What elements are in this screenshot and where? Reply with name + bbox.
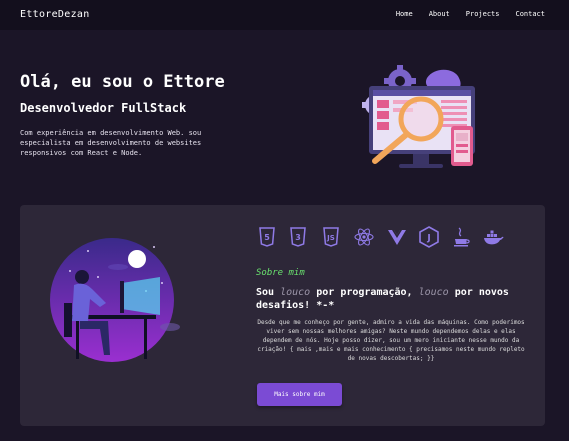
java-icon xyxy=(454,227,470,247)
svg-text:JS: JS xyxy=(326,234,335,242)
about-section-label: Sobre mim xyxy=(256,268,305,278)
hero-description: Com experiência em desenvolvimento Web. … xyxy=(20,129,202,157)
headline-part: por programação, xyxy=(316,287,413,298)
headline-emphasis: louco xyxy=(418,287,449,298)
brand-logo-text[interactable]: EttoreDezan xyxy=(20,9,90,20)
moon-icon xyxy=(128,250,146,268)
docker-icon xyxy=(484,230,504,245)
javascript-icon: JS xyxy=(323,227,339,247)
css3-icon: 3 xyxy=(290,227,306,247)
hero-illustration xyxy=(362,65,475,168)
phone-icon xyxy=(451,126,473,166)
nav-link-about[interactable]: About xyxy=(429,10,450,18)
more-about-button[interactable]: Mais sobre mim xyxy=(257,383,342,406)
nodejs-icon: J xyxy=(419,226,439,248)
html5-icon: 5 xyxy=(259,227,275,247)
headline-part: Sou xyxy=(256,287,275,298)
nav-link-projects[interactable]: Projects xyxy=(466,10,500,18)
svg-text:5: 5 xyxy=(264,233,270,242)
react-icon xyxy=(354,228,374,246)
hero-greeting: Olá, eu sou o Ettore xyxy=(20,72,225,92)
nav-links: Home About Projects Contact xyxy=(396,10,545,18)
nav-link-contact[interactable]: Contact xyxy=(515,10,545,18)
developer-illustration xyxy=(50,238,180,362)
svg-text:J: J xyxy=(426,234,430,244)
svg-text:3: 3 xyxy=(295,233,301,242)
hero-role: Desenvolvedor FullStack xyxy=(20,101,187,115)
about-headline: Sou louco por programação, louco por nov… xyxy=(256,286,526,312)
about-body-text: Desde que me conheço por gente, admiro a… xyxy=(257,319,525,362)
nav-link-home[interactable]: Home xyxy=(396,10,413,18)
vue-icon xyxy=(388,230,406,245)
top-navbar: EttoreDezan Home About Projects Contact xyxy=(0,0,569,30)
headline-emphasis: louco xyxy=(280,287,311,298)
